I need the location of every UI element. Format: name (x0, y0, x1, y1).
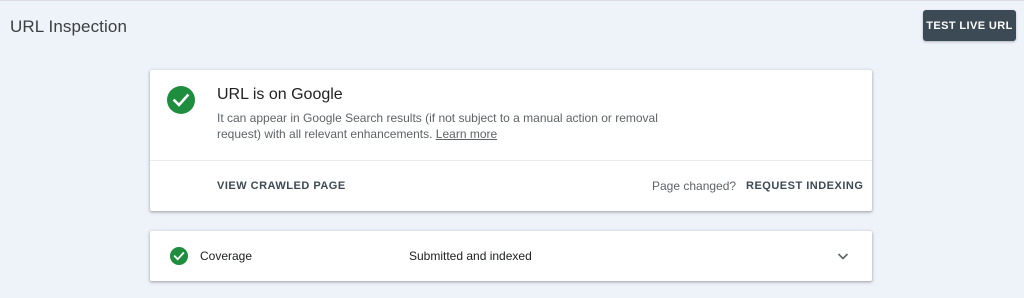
page-changed-text: Page changed? (652, 179, 737, 193)
coverage-label: Coverage (200, 249, 253, 263)
chevron-down-icon[interactable] (835, 248, 851, 264)
check-circle-icon (167, 86, 195, 114)
view-crawled-page-button[interactable]: VIEW CRAWLED PAGE (217, 180, 346, 192)
top-divider (0, 0, 1024, 1)
page-title: URL Inspection (10, 17, 127, 36)
learn-more-link[interactable]: Learn more (436, 127, 497, 141)
status-description: It can appear in Google Search results (… (217, 110, 677, 142)
index-status-card: URL is on Google It can appear in Google… (150, 70, 872, 211)
test-live-url-button[interactable]: TEST LIVE URL (923, 10, 1016, 41)
status-title: URL is on Google (217, 86, 343, 103)
request-indexing-button[interactable]: REQUEST INDEXING (746, 180, 863, 192)
url-inspection-page: URL Inspection TEST LIVE URL URL is on G… (0, 0, 1024, 298)
card-divider (150, 160, 872, 161)
check-circle-icon (170, 247, 188, 265)
coverage-row[interactable]: Coverage Submitted and indexed (150, 231, 872, 281)
coverage-status: Submitted and indexed (409, 249, 532, 263)
